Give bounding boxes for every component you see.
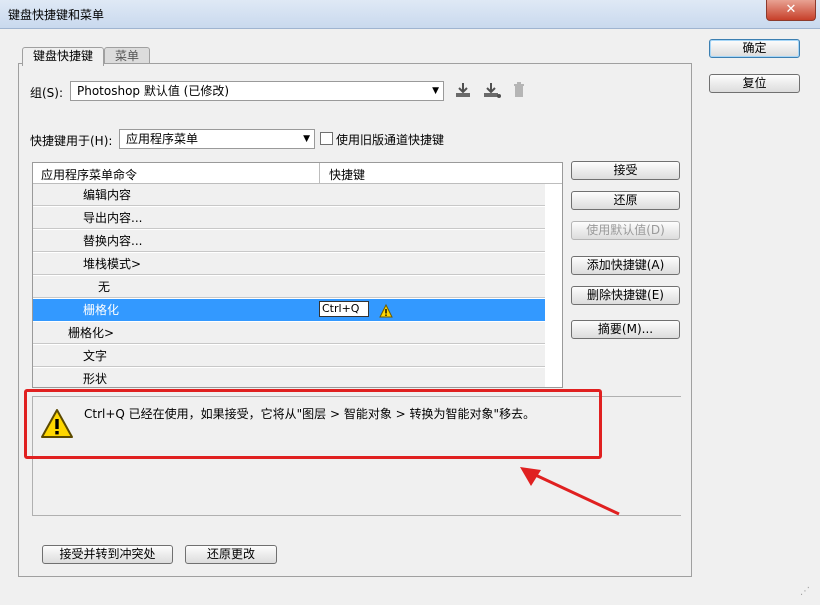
close-button[interactable]: ✕ [766, 0, 816, 21]
row-label: 栅格化> [68, 326, 115, 340]
undo-button[interactable]: 还原 [571, 191, 680, 210]
row-label: 编辑内容 [83, 188, 132, 202]
row-label: 栅格化 [83, 303, 120, 317]
table-row[interactable]: 栅格化> [33, 322, 545, 344]
annotation-arrow-icon [520, 467, 620, 516]
chevron-down-icon: ▼ [303, 134, 310, 144]
revert-changes-button[interactable]: 还原更改 [185, 545, 277, 564]
row-label: 导出内容... [83, 211, 143, 225]
resize-grip-icon[interactable]: ⋰ [800, 586, 814, 600]
accept-and-goto-conflict-button[interactable]: 接受并转到冲突处 [42, 545, 173, 564]
legacy-channel-label: 使用旧版通道快捷键 [336, 133, 445, 147]
group-select[interactable]: Photoshop 默认值 (已修改) ▼ [70, 81, 444, 101]
table-row-selected[interactable]: 栅格化 Ctrl+Q [33, 299, 545, 321]
row-label: 无 [98, 280, 111, 294]
table-row[interactable]: 替换内容... [33, 230, 545, 252]
ok-button[interactable]: 确定 [709, 39, 800, 58]
column-header-shortcut[interactable]: 快捷键 [329, 166, 365, 183]
chevron-down-icon: ▼ [432, 86, 439, 96]
summary-button[interactable]: 摘要(M)... [571, 320, 680, 339]
delete-shortcut-button[interactable]: 删除快捷键(E) [571, 286, 680, 305]
reset-button[interactable]: 复位 [709, 74, 800, 93]
window-title: 键盘快捷键和菜单 [8, 8, 105, 22]
save-as-set-icon[interactable] [482, 81, 501, 99]
add-shortcut-button[interactable]: 添加快捷键(A) [571, 256, 680, 275]
shortcuts-table: 应用程序菜单命令 快捷键 编辑内容 导出内容... 替换内容... 堆栈模式> … [32, 162, 563, 388]
row-label: 形状 [83, 372, 108, 386]
warning-icon [379, 299, 393, 321]
legacy-channel-checkbox[interactable] [320, 132, 333, 145]
tab-keyboard-shortcuts[interactable]: 键盘快捷键 [22, 47, 105, 66]
save-set-icon[interactable] [454, 81, 472, 99]
accept-button[interactable]: 接受 [571, 161, 680, 180]
table-row[interactable]: 导出内容... [33, 207, 545, 229]
annotation-highlight-box [24, 389, 602, 459]
table-row[interactable]: 堆栈模式> [33, 253, 545, 275]
row-label: 堆栈模式> [83, 257, 142, 271]
title-bar: 键盘快捷键和菜单 ✕ [0, 0, 820, 29]
table-row[interactable]: 形状 [33, 368, 545, 387]
column-header-command[interactable]: 应用程序菜单命令 [41, 166, 137, 183]
column-divider [319, 163, 320, 183]
row-label: 替换内容... [83, 234, 143, 248]
table-row[interactable]: 无 [33, 276, 545, 298]
table-row[interactable]: 编辑内容 [33, 184, 545, 206]
table-row[interactable]: 文字 [33, 345, 545, 367]
group-label: 组(S): [30, 86, 64, 100]
use-default-button[interactable]: 使用默认值(D) [571, 221, 680, 240]
shortcuts-for-select[interactable]: 应用程序菜单 ▼ [119, 129, 315, 149]
row-label: 文字 [83, 349, 108, 363]
close-icon: ✕ [785, 2, 797, 17]
shortcuts-for-label: 快捷键用于(H): [30, 134, 113, 148]
group-value: Photoshop 默认值 (已修改) [77, 84, 230, 98]
shortcut-input[interactable]: Ctrl+Q [319, 301, 369, 317]
table-header: 应用程序菜单命令 快捷键 [33, 163, 562, 184]
trash-icon[interactable] [510, 81, 528, 99]
shortcuts-for-value: 应用程序菜单 [126, 132, 199, 146]
